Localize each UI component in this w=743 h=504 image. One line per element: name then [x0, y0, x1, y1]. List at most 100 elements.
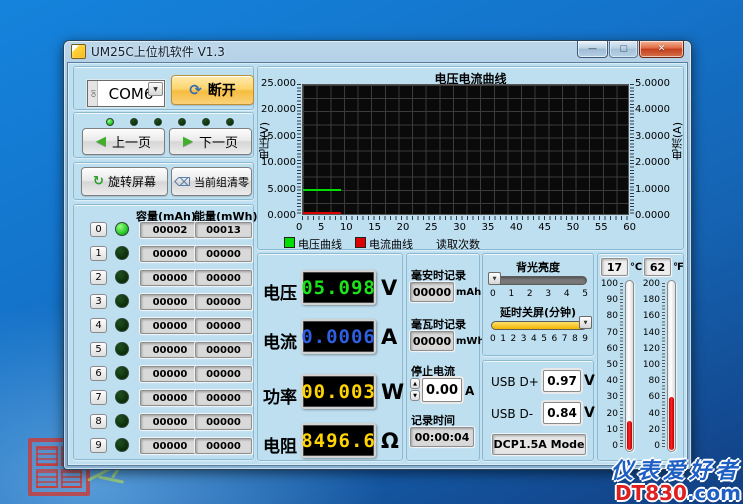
- tick-label: 20: [397, 222, 410, 233]
- scale-label: 9: [582, 334, 588, 344]
- group-led: [115, 438, 129, 452]
- clear-group-button[interactable]: ⌫ 当前组清零: [171, 167, 252, 196]
- fahrenheit-scale: 200 180 160 140 120 100 80 60 40 20 0: [642, 280, 660, 450]
- page-led-0: [106, 118, 114, 126]
- prev-page-button[interactable]: ◀ 上一页: [82, 128, 165, 155]
- close-button[interactable]: ✕: [639, 41, 684, 58]
- celsius-unit: ℃: [630, 262, 642, 273]
- minimize-button[interactable]: —: [577, 41, 608, 58]
- group-index-button[interactable]: 6: [90, 366, 107, 381]
- resistance-label: 电阻: [263, 432, 297, 457]
- tick-label: 0.000: [267, 210, 296, 221]
- group-index-button[interactable]: 1: [90, 246, 107, 261]
- group-index-button[interactable]: 0: [90, 222, 107, 237]
- group-led: [115, 414, 129, 428]
- maximize-button[interactable]: ▢: [609, 41, 638, 58]
- scale-label: 0: [490, 289, 496, 299]
- disconnect-button[interactable]: ⟳ 断开: [171, 75, 254, 105]
- current-trace: [303, 212, 341, 214]
- backlight-slider-handle[interactable]: ▼: [488, 272, 501, 285]
- scale-label: 4: [531, 334, 537, 344]
- rotate-screen-button[interactable]: ↻ 旋转屏幕: [81, 167, 168, 196]
- screen-control-panel: ↻ 旋转屏幕 ⌫ 当前组清零: [73, 162, 254, 200]
- tick-label: 10: [340, 222, 353, 233]
- group-index-button[interactable]: 4: [90, 318, 107, 333]
- spinner-up-icon[interactable]: ▲: [410, 378, 420, 389]
- mwh-record-value: 00000: [410, 331, 454, 351]
- tick-label: 60: [623, 222, 636, 233]
- app-icon: [71, 44, 86, 59]
- group-led: [115, 318, 129, 332]
- scale-label: 8: [572, 334, 578, 344]
- y-right-tick-labels: 5.0000 4.0000 3.0000 2.0000 1.0000 0.000…: [635, 78, 675, 221]
- resistance-display: 8496.6: [301, 423, 376, 458]
- next-page-button[interactable]: ▶ 下一页: [169, 128, 252, 155]
- page-led-4: [202, 118, 210, 126]
- usb-dp-value: 0.97: [543, 370, 581, 392]
- tick-label: 4.0000: [635, 104, 670, 115]
- group-index-button[interactable]: 7: [90, 390, 107, 405]
- scale-label: 3: [521, 334, 527, 344]
- group-capacity-value: 00000: [140, 438, 200, 454]
- tick-label: 30: [453, 222, 466, 233]
- voltage-unit: V: [381, 276, 397, 300]
- x-minor-ticks: [302, 216, 629, 220]
- scale-label: 180: [643, 296, 660, 304]
- client-area: I/O COM6 ▼ ⟳ 断开 ◀ 上一页: [67, 62, 688, 466]
- group-led: [115, 222, 129, 236]
- mah-record-label: 毫安时记录: [411, 267, 466, 283]
- rotate-screen-label: 旋转屏幕: [108, 173, 156, 190]
- tick-label: 15: [368, 222, 381, 233]
- tick-label: 5: [318, 222, 324, 233]
- app-window: UM25C上位机软件 V1.3 — ▢ ✕ I/O COM6 ▼ ⟳ 断开: [63, 40, 692, 470]
- celsius-value: 17: [601, 258, 628, 276]
- stop-current-spinner[interactable]: ▲ ▼: [410, 378, 420, 402]
- rotate-icon: ↻: [93, 174, 104, 189]
- screen-off-slider[interactable]: [491, 321, 587, 330]
- group-capacity-value: 00000: [140, 342, 200, 358]
- site-watermark: 仪表爱好者 DT830.com: [611, 460, 741, 504]
- scale-label: 0: [612, 442, 618, 450]
- group-energy-value: 00000: [195, 414, 252, 430]
- scale-label: 160: [643, 312, 660, 320]
- spinner-down-icon[interactable]: ▼: [410, 390, 420, 401]
- group-capacity-value: 00000: [140, 246, 200, 262]
- group-led: [115, 246, 129, 260]
- scale-label: 90: [607, 296, 618, 304]
- page-led-2: [154, 118, 162, 126]
- arrow-left-icon: ◀: [96, 134, 106, 149]
- group-index-button[interactable]: 5: [90, 342, 107, 357]
- page-nav-panel: ◀ 上一页 ▶ 下一页: [73, 112, 254, 158]
- group-index-button[interactable]: 2: [90, 270, 107, 285]
- current-legend-swatch: [355, 237, 366, 248]
- y-right-minor-ticks: [630, 84, 634, 215]
- usb-dm-value: 0.84: [543, 402, 581, 424]
- chevron-down-icon[interactable]: ▼: [148, 82, 163, 96]
- tick-label: 40: [510, 222, 523, 233]
- screen-off-slider-handle[interactable]: ▼: [579, 316, 592, 329]
- stop-current-label: 停止电流: [411, 363, 455, 379]
- current-legend-label: 电流曲线: [369, 236, 413, 252]
- stop-current-value[interactable]: 0.00: [422, 378, 462, 402]
- clear-group-label: 当前组清零: [194, 174, 249, 190]
- screen-off-label: 延时关屏(分钟): [483, 304, 593, 320]
- scale-label: 100: [643, 361, 660, 369]
- com-port-select[interactable]: I/O COM6 ▼: [87, 80, 165, 107]
- celsius-tick-marks: [620, 283, 623, 449]
- voltage-display: 05.098: [301, 270, 376, 305]
- group-index-button[interactable]: 8: [90, 414, 107, 429]
- group-energy-value: 00000: [195, 438, 252, 454]
- screen-off-scale: 0 1 2 3 4 5 6 7 8 9: [490, 334, 588, 344]
- scale-label: 4: [564, 289, 570, 299]
- group-capacity-value: 00000: [140, 390, 200, 406]
- screen-off-slider-fill: [492, 322, 586, 329]
- voltage-trace: [303, 189, 341, 191]
- record-time-label: 记录时间: [411, 412, 455, 428]
- current-unit: A: [381, 325, 397, 349]
- group-index-button[interactable]: 3: [90, 294, 107, 309]
- x-tick-labels: 0 5 10 15 20 25 30 35 40 45 50 55 60: [296, 222, 636, 233]
- celsius-mercury: [627, 421, 632, 450]
- group-index-button[interactable]: 9: [90, 438, 107, 453]
- title-bar[interactable]: UM25C上位机软件 V1.3 — ▢ ✕: [64, 41, 691, 62]
- backlight-slider[interactable]: [491, 276, 587, 285]
